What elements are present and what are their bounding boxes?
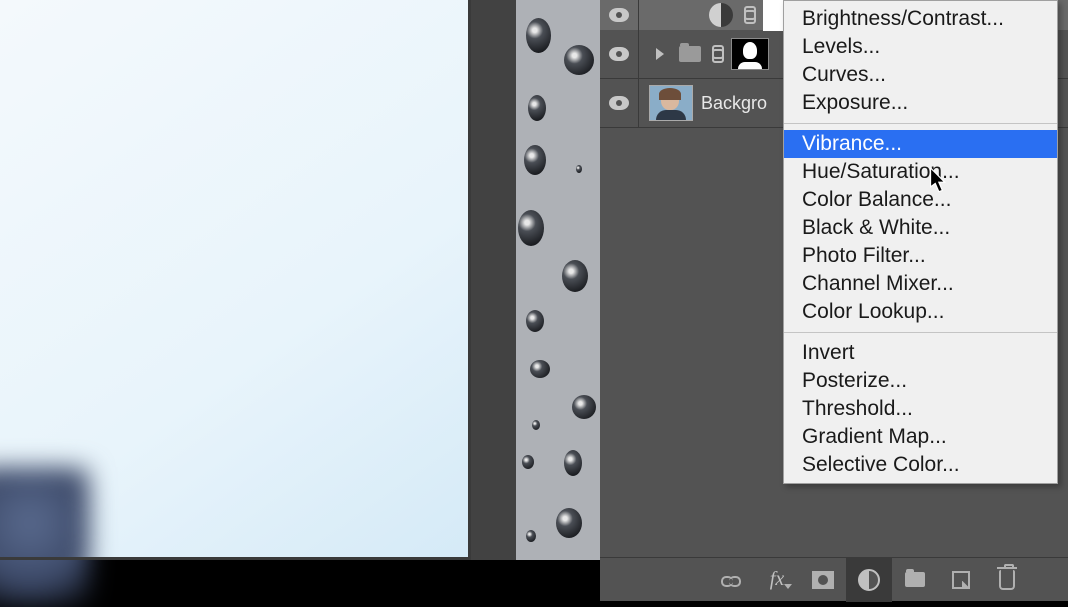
trash-icon <box>999 570 1015 590</box>
menu-item-channel-mixer[interactable]: Channel Mixer... <box>784 270 1057 298</box>
layer-style-button[interactable]: fx <box>754 558 800 602</box>
menu-item-brightness-contrast[interactable]: Brightness/Contrast... <box>784 5 1057 33</box>
add-mask-button[interactable] <box>800 558 846 602</box>
disclosure-triangle-icon[interactable] <box>656 48 664 60</box>
menu-separator <box>784 123 1057 124</box>
menu-separator <box>784 332 1057 333</box>
adjustment-layer-menu: Brightness/Contrast... Levels... Curves.… <box>783 0 1058 484</box>
layer-mask-silhouette[interactable] <box>731 38 769 70</box>
menu-item-selective-color[interactable]: Selective Color... <box>784 451 1057 479</box>
menu-item-vibrance[interactable]: Vibrance... <box>784 130 1057 158</box>
link-layers-button[interactable] <box>708 558 754 602</box>
menu-item-exposure[interactable]: Exposure... <box>784 89 1057 117</box>
visibility-eye-icon[interactable] <box>609 8 629 22</box>
new-adjustment-button[interactable] <box>846 558 892 602</box>
adjustment-layer-icon <box>709 3 733 27</box>
secondary-document[interactable] <box>516 0 600 560</box>
new-layer-icon <box>952 571 970 589</box>
canvas-border-bottom <box>0 557 471 560</box>
menu-item-black-white[interactable]: Black & White... <box>784 214 1057 242</box>
visibility-eye-icon[interactable] <box>609 96 629 110</box>
new-layer-button[interactable] <box>938 558 984 602</box>
link-icon[interactable] <box>741 6 755 24</box>
canvas-image-corner <box>0 467 90 607</box>
layer-name-label[interactable]: Backgro <box>701 93 767 114</box>
folder-icon <box>905 572 925 587</box>
menu-item-levels[interactable]: Levels... <box>784 33 1057 61</box>
workspace-gap <box>471 0 516 560</box>
menu-item-invert[interactable]: Invert <box>784 339 1057 367</box>
folder-icon <box>679 46 701 62</box>
menu-item-threshold[interactable]: Threshold... <box>784 395 1057 423</box>
delete-layer-button[interactable] <box>984 558 1030 602</box>
visibility-eye-icon[interactable] <box>609 47 629 61</box>
menu-item-color-lookup[interactable]: Color Lookup... <box>784 298 1057 326</box>
mask-icon <box>812 571 834 589</box>
fx-icon: fx <box>770 568 784 591</box>
layers-panel-footer: fx <box>600 557 1068 601</box>
menu-item-gradient-map[interactable]: Gradient Map... <box>784 423 1057 451</box>
menu-item-hue-saturation[interactable]: Hue/Saturation... <box>784 158 1057 186</box>
link-icon[interactable] <box>709 45 723 63</box>
menu-item-curves[interactable]: Curves... <box>784 61 1057 89</box>
menu-item-color-balance[interactable]: Color Balance... <box>784 186 1057 214</box>
layer-thumbnail[interactable] <box>649 85 693 121</box>
new-group-button[interactable] <box>892 558 938 602</box>
link-icon <box>721 570 741 590</box>
adjustment-icon <box>858 569 880 591</box>
menu-item-photo-filter[interactable]: Photo Filter... <box>784 242 1057 270</box>
menu-item-posterize[interactable]: Posterize... <box>784 367 1057 395</box>
document-canvas[interactable] <box>0 0 468 557</box>
